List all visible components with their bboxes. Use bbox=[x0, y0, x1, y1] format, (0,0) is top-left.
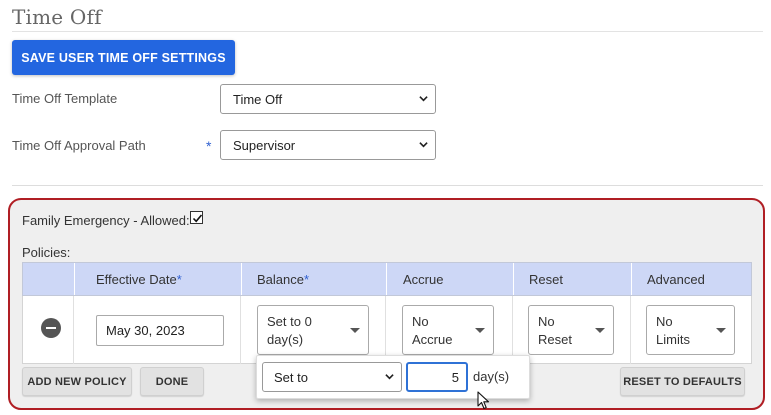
page-title: Time Off bbox=[12, 5, 102, 29]
accrue-dropdown[interactable]: No Accrue bbox=[402, 305, 494, 355]
allowed-checkbox[interactable] bbox=[190, 211, 203, 224]
time-off-template-value: Time Off bbox=[233, 91, 283, 107]
column-divider bbox=[631, 263, 632, 295]
time-off-template-select[interactable]: Time Off bbox=[220, 84, 436, 114]
add-new-policy-button[interactable]: ADD NEW POLICY bbox=[22, 367, 132, 396]
policy-group-name: Family Emergency - Allowed: bbox=[22, 213, 190, 228]
section-divider bbox=[12, 185, 763, 186]
approval-path-value: Supervisor bbox=[233, 137, 296, 153]
title-divider bbox=[12, 31, 763, 32]
header-reset[interactable]: Reset bbox=[529, 263, 563, 295]
required-indicator: * bbox=[206, 138, 212, 154]
balance-amount-input[interactable]: 5 bbox=[406, 362, 468, 392]
column-divider bbox=[73, 296, 74, 364]
advanced-value-line2: Limits bbox=[656, 332, 690, 347]
time-off-page: Time Off SAVE USER TIME OFF SETTINGS Tim… bbox=[0, 0, 771, 415]
header-accrue[interactable]: Accrue bbox=[403, 263, 443, 295]
caret-down-icon bbox=[595, 328, 605, 333]
reset-to-defaults-button[interactable]: RESET TO DEFAULTS bbox=[620, 367, 745, 396]
column-divider bbox=[241, 263, 242, 295]
caret-down-icon bbox=[716, 328, 726, 333]
balance-mode-value: Set to bbox=[274, 369, 308, 385]
column-divider bbox=[385, 296, 386, 364]
reset-dropdown[interactable]: No Reset bbox=[528, 305, 614, 355]
accrue-value-line2: Accrue bbox=[412, 332, 453, 347]
policies-table-header: Effective Date * Balance * Accrue Reset Ad… bbox=[22, 262, 752, 296]
column-divider bbox=[386, 263, 387, 295]
mouse-pointer-icon bbox=[477, 391, 490, 410]
caret-down-icon bbox=[475, 328, 485, 333]
column-divider bbox=[240, 296, 241, 364]
effective-date-input[interactable]: May 30, 2023 bbox=[96, 315, 224, 346]
header-advanced[interactable]: Advanced bbox=[647, 263, 705, 295]
checkmark-icon bbox=[192, 214, 203, 223]
balance-value-line2: day(s) bbox=[267, 332, 304, 347]
approval-path-label: Time Off Approval Path bbox=[12, 138, 146, 153]
chevron-down-icon bbox=[419, 142, 428, 148]
policies-label: Policies: bbox=[22, 245, 71, 260]
caret-down-icon bbox=[350, 328, 360, 333]
remove-policy-icon[interactable] bbox=[41, 318, 61, 338]
column-divider bbox=[513, 263, 514, 295]
chevron-down-icon bbox=[419, 96, 428, 102]
reset-value-line2: Reset bbox=[538, 332, 572, 347]
balance-mode-select[interactable]: Set to bbox=[262, 362, 402, 392]
column-divider bbox=[74, 263, 75, 295]
done-button[interactable]: DONE bbox=[140, 367, 204, 396]
balance-unit-label: day(s) bbox=[473, 369, 510, 384]
header-effective-date[interactable]: Effective Date * bbox=[96, 263, 182, 295]
header-balance[interactable]: Balance * bbox=[257, 263, 309, 295]
advanced-dropdown[interactable]: No Limits bbox=[646, 305, 735, 355]
save-time-off-settings-button[interactable]: SAVE USER TIME OFF SETTINGS bbox=[12, 40, 235, 75]
balance-dropdown[interactable]: Set to 0 day(s) bbox=[257, 305, 369, 355]
column-divider bbox=[512, 296, 513, 364]
column-divider bbox=[630, 296, 631, 364]
time-off-template-label: Time Off Template bbox=[12, 91, 118, 106]
approval-path-select[interactable]: Supervisor bbox=[220, 130, 436, 160]
chevron-down-icon bbox=[385, 374, 394, 380]
